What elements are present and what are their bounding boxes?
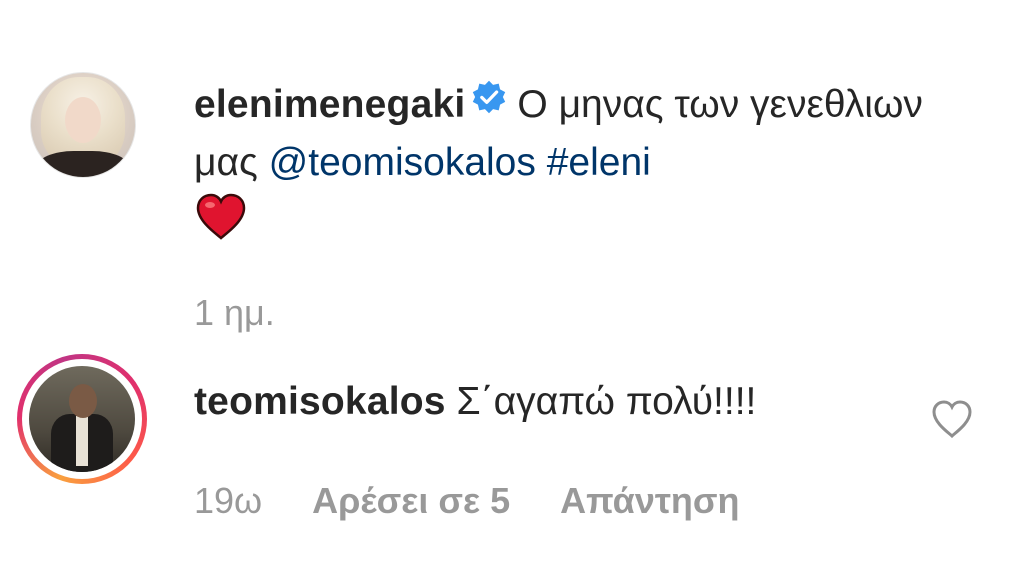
comment-text: Σ΄αγαπώ πολύ!!!! [456, 380, 757, 423]
comment-username[interactable]: teomisokalos [194, 380, 446, 423]
verified-badge-icon [471, 75, 507, 131]
comment-meta: 19ω Αρέσει σε 5 Απάντηση [194, 480, 740, 522]
comment-body: teomisokalos Σ΄αγαπώ πολύ!!!! [194, 374, 914, 430]
likes-count-link[interactable]: Αρέσει σε 5 [312, 480, 510, 521]
reply-button[interactable]: Απάντηση [560, 480, 739, 521]
avatar-face [65, 97, 101, 143]
comment-username[interactable]: elenimenegaki [194, 83, 465, 126]
heart-outline-icon[interactable] [930, 398, 974, 442]
comment-meta: 1 ημ. [194, 292, 275, 334]
avatar-shoulder [37, 151, 129, 177]
avatar[interactable] [30, 72, 136, 178]
red-heart-emoji-icon [194, 193, 984, 257]
avatar-head [69, 384, 97, 418]
avatar-shirt [76, 416, 88, 466]
comment-body: elenimenegaki Ο μηνας των γενεθλιων μας @… [194, 77, 984, 257]
comment-timestamp[interactable]: 1 ημ. [194, 292, 275, 333]
hashtag-link[interactable]: #eleni [547, 141, 651, 184]
avatar[interactable] [29, 366, 135, 472]
mention-link[interactable]: @teomisokalos [269, 141, 536, 184]
comment-timestamp[interactable]: 19ω [194, 480, 262, 521]
